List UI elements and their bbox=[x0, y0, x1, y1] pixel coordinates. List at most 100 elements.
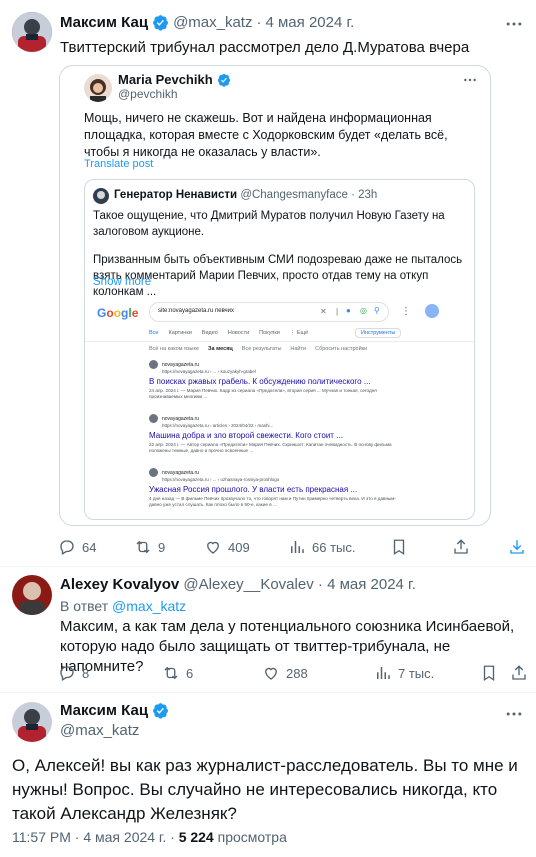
views-count: 66 тыс. bbox=[312, 539, 356, 555]
result-snippet: 24 апр. 2024 г. — Мария Певчих. Кадр из … bbox=[149, 388, 377, 399]
site-favicon-icon bbox=[149, 360, 158, 369]
inner-author-name[interactable]: Генератор Ненависти bbox=[114, 189, 237, 201]
google-tab[interactable]: Видео bbox=[202, 330, 218, 336]
author-name[interactable]: Максим Кац bbox=[60, 14, 148, 31]
avatar[interactable] bbox=[12, 575, 52, 615]
retweet-count: 6 bbox=[186, 665, 194, 681]
result-title[interactable]: Ужасная Россия прошлого. У власти есть п… bbox=[149, 485, 399, 494]
google-search-bar[interactable]: site:novayagazeta.ru певчих ✕ | ● ◎ ⚲ bbox=[149, 302, 389, 322]
separator: · bbox=[317, 576, 323, 593]
google-tabs: Все Картинки Видео Новости Покупки ⋮ Ещё bbox=[149, 330, 308, 336]
author-handle[interactable]: @max_katz bbox=[173, 14, 252, 31]
tweet-date[interactable]: 4 мая 2024 г. bbox=[83, 829, 166, 845]
google-filter[interactable]: Всё на каком языке bbox=[149, 346, 199, 352]
author-name[interactable]: Alexey Kovalyov bbox=[60, 576, 179, 593]
avatar[interactable] bbox=[12, 12, 52, 52]
bookmark-button[interactable] bbox=[390, 538, 408, 561]
verified-icon bbox=[217, 73, 230, 87]
tweet-time[interactable]: 11:57 PM bbox=[12, 829, 71, 845]
more-icon bbox=[506, 712, 522, 716]
reply-count: 64 bbox=[82, 539, 97, 555]
verified-icon bbox=[153, 15, 168, 31]
avatar-image bbox=[93, 188, 109, 204]
mic-icon[interactable]: ● bbox=[346, 306, 351, 315]
camera-icon[interactable]: ◎ bbox=[360, 306, 367, 315]
more-button[interactable] bbox=[504, 14, 526, 34]
like-count: 288 bbox=[286, 665, 308, 681]
google-result[interactable]: novayagazeta.ru https://novayagazeta.ru … bbox=[149, 468, 399, 508]
avatar[interactable] bbox=[93, 188, 109, 204]
like-button[interactable]: 409 bbox=[204, 538, 250, 556]
author-name[interactable]: Максим Кац bbox=[60, 702, 148, 719]
search-icon[interactable]: ⚲ bbox=[374, 306, 380, 315]
quote-text: Мощь, ничего не скажешь. Вот и найдена и… bbox=[84, 111, 448, 159]
inner-author-handle[interactable]: @Changesmanyface bbox=[240, 189, 348, 201]
google-tab[interactable]: Картинки bbox=[168, 330, 191, 336]
result-url: https://novayagazeta.ru › articles › 202… bbox=[162, 423, 274, 428]
site-favicon-icon bbox=[149, 468, 158, 477]
result-site: novayagazeta.ru bbox=[162, 469, 199, 476]
quoted-tweet[interactable]: Maria Pevchikh @pevchikh Мощь, ничего не… bbox=[59, 65, 491, 526]
retweet-icon bbox=[136, 540, 150, 554]
like-button[interactable]: 288 bbox=[262, 664, 308, 682]
reply-button[interactable]: 64 bbox=[58, 538, 96, 556]
google-filter[interactable]: За месяц bbox=[208, 346, 233, 352]
result-snippet: 22 апр. 2024 г. — Автор сериала «Предате… bbox=[149, 442, 392, 453]
show-more-link[interactable]: Show more bbox=[93, 276, 151, 288]
avatar[interactable] bbox=[12, 702, 52, 742]
google-tab[interactable]: Все bbox=[149, 330, 158, 336]
divider bbox=[85, 341, 474, 342]
retweet-button[interactable]: 9 bbox=[134, 538, 165, 556]
share-button[interactable] bbox=[452, 538, 470, 561]
views-count: 7 тыс. bbox=[398, 665, 435, 681]
avatar[interactable] bbox=[425, 304, 439, 318]
share-button[interactable] bbox=[510, 664, 528, 687]
retweet-button[interactable]: 6 bbox=[162, 664, 193, 682]
views-button[interactable]: 66 тыс. bbox=[288, 538, 355, 556]
download-button[interactable] bbox=[508, 538, 526, 561]
google-filter[interactable]: Найти bbox=[290, 346, 306, 352]
quote-author-name[interactable]: Maria Pevchikh bbox=[118, 72, 213, 87]
views-button[interactable]: 7 тыс. bbox=[374, 664, 434, 682]
author-handle[interactable]: @max_katz bbox=[60, 722, 139, 739]
translate-link[interactable]: Translate post bbox=[84, 158, 153, 170]
separator: · bbox=[351, 189, 355, 201]
google-tab[interactable]: Покупки bbox=[259, 330, 280, 336]
apps-icon[interactable]: ⋮ bbox=[401, 306, 411, 317]
bookmark-button[interactable] bbox=[480, 664, 498, 687]
reply-button[interactable]: 8 bbox=[58, 664, 89, 682]
inner-time[interactable]: 23h bbox=[358, 189, 377, 201]
quote-author-handle[interactable]: @pevchikh bbox=[118, 87, 178, 101]
author-handle[interactable]: @Alexey__Kovalev bbox=[183, 576, 313, 593]
like-icon bbox=[207, 541, 219, 554]
in-reply-handle[interactable]: @max_katz bbox=[112, 598, 186, 614]
avatar[interactable] bbox=[84, 74, 112, 102]
google-filter[interactable]: Все результаты bbox=[242, 346, 282, 352]
tweet-date[interactable]: 4 мая 2024 г. bbox=[327, 576, 416, 593]
google-tab[interactable]: ⋮ Ещё bbox=[290, 330, 308, 336]
download-icon bbox=[510, 540, 524, 554]
separator: · bbox=[74, 829, 80, 845]
tweet-date[interactable]: 4 мая 2024 г. bbox=[265, 14, 354, 31]
inner-quoted-tweet[interactable]: Генератор Ненависти @Changesmanyface · 2… bbox=[84, 179, 475, 520]
avatar-image bbox=[12, 12, 52, 52]
google-screenshot: Google site:novayagazeta.ru певчих ✕ | ●… bbox=[85, 294, 474, 519]
result-title[interactable]: Машина добра и зло второй свежести. Кого… bbox=[149, 431, 399, 440]
result-title[interactable]: В поисках ржавых грабель. К обсуждению п… bbox=[149, 377, 399, 386]
close-icon[interactable]: ✕ bbox=[320, 307, 327, 316]
views-count: 5 224 bbox=[178, 829, 214, 845]
more-button[interactable] bbox=[504, 704, 526, 724]
reply-icon bbox=[60, 666, 74, 681]
google-filter[interactable]: Сбросить настройки bbox=[315, 346, 367, 352]
google-query: site:novayagazeta.ru певчих bbox=[158, 308, 235, 314]
in-reply-prefix: В ответ bbox=[60, 598, 109, 614]
google-tab[interactable]: Новости bbox=[228, 330, 249, 336]
google-result[interactable]: novayagazeta.ru https://novayagazeta.ru … bbox=[149, 360, 399, 400]
bookmark-icon bbox=[483, 665, 495, 682]
more-button[interactable] bbox=[462, 72, 478, 93]
divider bbox=[0, 692, 536, 693]
google-tools-button[interactable]: Инструменты bbox=[355, 328, 402, 338]
views-icon bbox=[291, 541, 304, 553]
google-result[interactable]: novayagazeta.ru https://novayagazeta.ru … bbox=[149, 414, 399, 454]
retweet-icon bbox=[164, 666, 178, 680]
